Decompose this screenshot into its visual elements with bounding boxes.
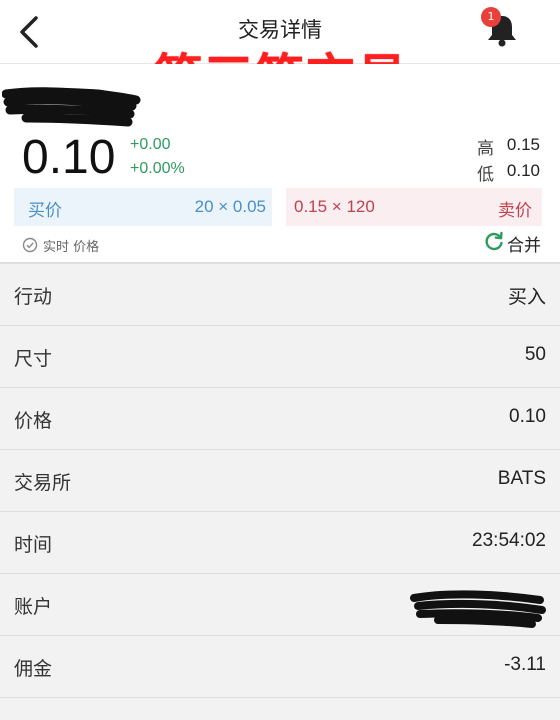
refresh-icon[interactable] — [483, 230, 505, 252]
realtime-price-label: 实时 价格 — [43, 240, 100, 255]
detail-value: 买入 — [507, 287, 546, 308]
high-value: 0.15 — [506, 135, 540, 154]
detail-label: 佣金 — [14, 658, 53, 680]
merge-button[interactable]: 合并 — [507, 231, 541, 256]
bid-label: 买价 — [28, 201, 62, 221]
bid-box[interactable]: 买价 20 × 0.05 — [14, 188, 272, 226]
ask-label: 卖价 — [498, 201, 532, 221]
detail-label: 时间 — [14, 534, 53, 556]
notification-badge: 1 — [481, 7, 501, 27]
bid-size-price: 20 × 0.05 — [194, 197, 266, 216]
detail-row-exchange: 交易所 BATS — [0, 450, 560, 512]
high-label: 高 — [477, 139, 494, 159]
detail-row-time: 时间 23:54:02 — [0, 512, 560, 574]
trade-details-list: 行动 买入 尺寸 50 价格 0.10 交易所 BATS 时间 23:54:02… — [0, 264, 560, 720]
detail-row-action: 行动 买入 — [0, 264, 560, 326]
ask-box[interactable]: 0.15 × 120 卖价 — [286, 188, 542, 226]
price-change-percent: +0.00% — [130, 160, 185, 177]
detail-row-price: 价格 0.10 — [0, 388, 560, 450]
detail-value: 23:54:02 — [472, 530, 546, 551]
detail-label: 账户 — [14, 596, 53, 618]
redaction-scribble-symbol — [410, 590, 546, 628]
redaction-scribble-symbol — [2, 87, 141, 127]
detail-value: 50 — [524, 344, 546, 365]
detail-label: 尺寸 — [14, 348, 53, 370]
low-label: 低 — [477, 165, 494, 185]
ask-size-price: 0.15 × 120 — [294, 197, 375, 216]
detail-value: BATS — [497, 468, 546, 489]
detail-value: -3.11 — [504, 654, 546, 675]
last-price: 0.10 — [22, 131, 116, 184]
detail-label: 价格 — [14, 410, 53, 432]
detail-value: 0.10 — [509, 406, 546, 427]
detail-row-size: 尺寸 50 — [0, 326, 560, 388]
check-circle-icon — [22, 237, 38, 253]
detail-label: 交易所 — [14, 472, 72, 494]
detail-row-account: 账户 — [0, 574, 560, 636]
low-value: 0.10 — [506, 161, 540, 180]
quote-panel: 0.10 +0.00 +0.00% 高 0.15 低 0.10 买价 20 × … — [0, 64, 560, 262]
price-change: +0.00 — [130, 136, 171, 153]
detail-row-commission: 佣金 -3.11 — [0, 636, 560, 698]
detail-label: 行动 — [14, 286, 53, 308]
